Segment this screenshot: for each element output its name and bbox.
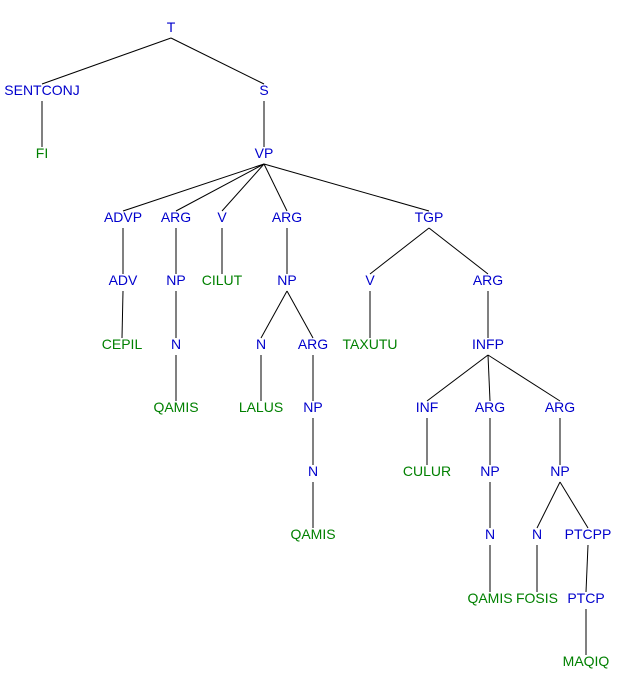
tree-edge: [429, 228, 488, 274]
nonterminal-n: N: [532, 526, 542, 542]
terminal-maqiq: MAQIQ: [563, 653, 610, 669]
nonterminal-s: S: [259, 82, 268, 98]
terminal-cepil: CEPIL: [102, 336, 143, 352]
nonterminal-np: NP: [480, 463, 499, 479]
nonterminal-adv: ADV: [109, 272, 138, 288]
tree-edge: [42, 38, 171, 84]
nonterminal-t: T: [167, 19, 176, 35]
tree-edge: [287, 291, 313, 338]
terminal-cilut: CILUT: [202, 272, 243, 288]
syntax-tree-diagram: TSENTCONJSFIVPADVPARGVARGTGPADVNPCILUTNP…: [0, 0, 627, 680]
nonterminal-np: NP: [277, 272, 296, 288]
nonterminal-arg: ARG: [161, 209, 191, 225]
tree-edge: [261, 291, 287, 338]
tree-edge: [488, 355, 560, 401]
nonterminal-n: N: [485, 526, 495, 542]
nonterminal-vp: VP: [255, 145, 274, 161]
nonterminal-v: V: [365, 272, 375, 288]
nonterminal-advp: ADVP: [104, 209, 142, 225]
nonterminal-ptcp: PTCP: [567, 590, 604, 606]
terminal-culur: CULUR: [403, 463, 451, 479]
tree-edge: [586, 545, 588, 592]
nonterminal-arg: ARG: [545, 399, 575, 415]
nonterminal-arg: ARG: [475, 399, 505, 415]
nonterminal-v: V: [217, 209, 227, 225]
tree-edge: [370, 228, 429, 274]
terminal-fosis: FOSIS: [516, 590, 558, 606]
tree-edge: [560, 482, 588, 528]
tree-edge: [427, 355, 488, 401]
nonterminal-infp: INFP: [472, 336, 504, 352]
nonterminal-np: NP: [303, 399, 322, 415]
tree-edge: [264, 164, 287, 211]
nonterminal-np: NP: [550, 463, 569, 479]
tree-edge: [264, 164, 429, 211]
nonterminal-ptcpp: PTCPP: [565, 526, 612, 542]
terminal-fi: FI: [36, 145, 48, 161]
terminal-qamis: QAMIS: [153, 399, 198, 415]
tree-edge: [171, 38, 264, 84]
nonterminal-arg: ARG: [272, 209, 302, 225]
terminal-taxutu: TAXUTU: [343, 336, 398, 352]
nonterminal-arg: ARG: [473, 272, 503, 288]
nonterminal-np: NP: [166, 272, 185, 288]
nonterminal-sentconj: SENTCONJ: [4, 82, 79, 98]
nonterminal-n: N: [171, 336, 181, 352]
nonterminal-tgp: TGP: [415, 209, 444, 225]
tree-edge: [122, 291, 123, 338]
tree-edge: [488, 355, 490, 401]
tree-edge: [537, 482, 560, 528]
nonterminal-inf: INF: [416, 399, 439, 415]
terminal-qamis: QAMIS: [467, 590, 512, 606]
tree-edge: [176, 164, 264, 211]
nonterminal-n: N: [256, 336, 266, 352]
nonterminal-n: N: [308, 463, 318, 479]
nonterminal-arg: ARG: [298, 336, 328, 352]
terminal-qamis: QAMIS: [290, 526, 335, 542]
tree-nodes: TSENTCONJSFIVPADVPARGVARGTGPADVNPCILUTNP…: [4, 19, 611, 669]
terminal-lalus: LALUS: [239, 399, 283, 415]
